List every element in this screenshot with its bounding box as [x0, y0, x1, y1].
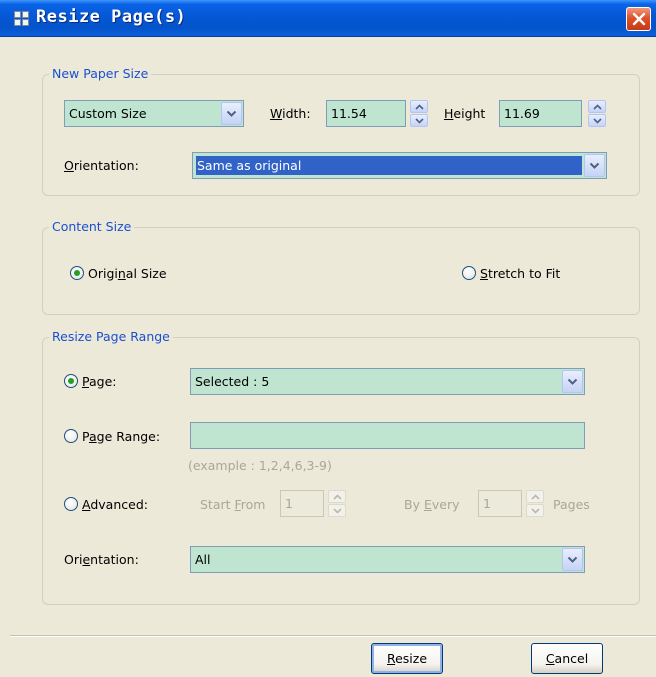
by-every-decrement[interactable] — [526, 504, 544, 517]
footer-divider-highlight — [10, 636, 656, 637]
radio-selected-dot — [74, 270, 80, 276]
chevron-down-icon — [567, 556, 578, 563]
page-dropdown-button[interactable] — [562, 370, 583, 393]
start-from-label: Start From — [200, 497, 266, 512]
height-decrement[interactable] — [588, 114, 606, 127]
original-size-label[interactable]: Original Size — [88, 266, 167, 281]
chevron-down-icon — [593, 118, 602, 124]
height-label: Height — [444, 106, 486, 121]
paper-size-select[interactable]: Custom Size — [64, 100, 244, 127]
content-size-legend: Content Size — [49, 219, 135, 234]
start-from-stepper[interactable] — [328, 490, 346, 517]
start-from-decrement[interactable] — [328, 504, 346, 517]
by-every-value: 1 — [483, 496, 491, 511]
range-orientation-select[interactable]: All — [190, 546, 585, 573]
paper-size-dropdown-button[interactable] — [221, 102, 242, 125]
by-every-input[interactable]: 1 — [478, 490, 522, 517]
app-icon — [14, 11, 30, 27]
page-value: Selected : 5 — [195, 374, 270, 389]
height-increment[interactable] — [588, 100, 606, 113]
radio-selected-dot — [68, 378, 74, 384]
by-every-increment[interactable] — [526, 490, 544, 503]
chevron-up-icon — [593, 104, 602, 110]
pages-label: Pages — [553, 497, 590, 512]
advanced-label[interactable]: Advanced: — [82, 497, 148, 512]
chevron-up-icon — [531, 494, 540, 500]
resize-button[interactable]: Resize — [371, 643, 443, 674]
chevron-down-icon — [226, 110, 237, 117]
width-increment[interactable] — [410, 100, 428, 113]
width-input[interactable]: 11.54 — [326, 100, 406, 127]
orientation-select[interactable]: Same as original — [192, 152, 607, 179]
width-stepper[interactable] — [410, 100, 428, 127]
width-value: 11.54 — [331, 106, 367, 121]
page-radio[interactable] — [64, 374, 78, 388]
start-from-increment[interactable] — [328, 490, 346, 503]
resize-page-range-legend: Resize Page Range — [49, 329, 173, 344]
range-orientation-value: All — [195, 552, 211, 567]
orientation-dropdown-button[interactable] — [584, 154, 605, 177]
close-icon — [632, 12, 646, 26]
height-input[interactable]: 11.69 — [499, 100, 582, 127]
range-orientation-dropdown-button[interactable] — [562, 548, 583, 571]
start-from-value: 1 — [285, 496, 293, 511]
chevron-up-icon — [415, 104, 424, 110]
start-from-input[interactable]: 1 — [280, 490, 324, 517]
page-range-radio[interactable] — [64, 429, 78, 443]
dialog-content: New Paper Size Custom Size Width: 11.54 … — [10, 37, 656, 635]
by-every-stepper[interactable] — [526, 490, 544, 517]
width-decrement[interactable] — [410, 114, 428, 127]
window-title: Resize Page(s) — [36, 7, 187, 27]
paper-size-value: Custom Size — [69, 106, 147, 121]
chevron-down-icon — [567, 378, 578, 385]
page-range-label[interactable]: Page Range: — [82, 429, 160, 444]
by-every-label: By Every — [404, 497, 460, 512]
title-bar[interactable]: Resize Page(s) — [0, 0, 656, 37]
stretch-to-fit-radio[interactable] — [462, 266, 476, 280]
cancel-button[interactable]: Cancel — [531, 643, 603, 674]
chevron-down-icon — [415, 118, 424, 124]
width-label: Width: — [270, 106, 311, 121]
height-stepper[interactable] — [588, 100, 606, 127]
page-range-example: (example : 1,2,4,6,3-9) — [188, 458, 332, 473]
chevron-up-icon — [333, 494, 342, 500]
orientation-value: Same as original — [196, 156, 582, 175]
orientation-label: Orientation: — [64, 158, 139, 173]
original-size-radio[interactable] — [70, 266, 84, 280]
chevron-down-icon — [333, 508, 342, 514]
range-orientation-label: Orientation: — [64, 552, 139, 567]
height-value: 11.69 — [504, 106, 540, 121]
chevron-down-icon — [531, 508, 540, 514]
chevron-down-icon — [589, 162, 600, 169]
page-label[interactable]: Page: — [82, 374, 116, 389]
close-button[interactable] — [626, 7, 651, 31]
stretch-to-fit-label[interactable]: Stretch to Fit — [480, 266, 560, 281]
window-border — [0, 37, 10, 677]
page-range-input[interactable] — [190, 422, 585, 449]
new-paper-size-legend: New Paper Size — [49, 66, 152, 81]
advanced-radio[interactable] — [64, 497, 78, 511]
page-select[interactable]: Selected : 5 — [190, 368, 585, 395]
